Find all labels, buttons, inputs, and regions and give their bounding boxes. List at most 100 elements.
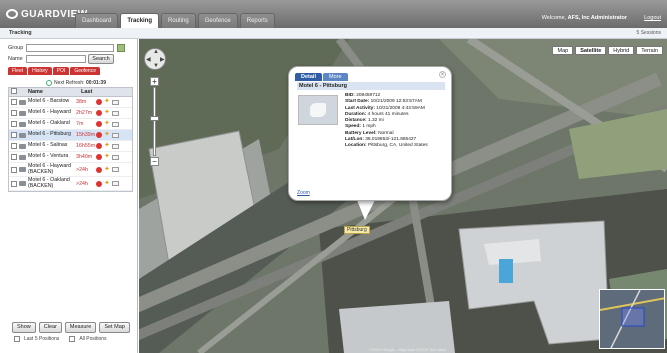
last-report: >24h	[76, 180, 88, 187]
set-map-button[interactable]: Set Map	[99, 322, 130, 333]
refresh-icon[interactable]	[46, 80, 52, 86]
table-row[interactable]: Motel 6 - Hayward 2h27m ✦	[9, 108, 132, 119]
message-icon[interactable]	[112, 181, 119, 186]
row-checkbox[interactable]	[11, 121, 17, 127]
select-all-checkbox[interactable]	[11, 88, 17, 94]
tab-reports[interactable]: Reports	[239, 13, 275, 28]
zoom-slider-handle[interactable]	[150, 116, 159, 121]
last-positions-checkbox[interactable]	[14, 336, 20, 342]
popup-tab-detail[interactable]: Detail	[295, 73, 322, 81]
tab-poi[interactable]: POI	[52, 67, 70, 75]
message-icon[interactable]	[112, 167, 119, 172]
vehicle-name[interactable]: Motel 6 - Hayward (BACKEN)	[28, 163, 76, 175]
truck-icon	[19, 181, 26, 186]
close-icon[interactable]: ×	[439, 71, 446, 78]
tab-history[interactable]: History	[28, 67, 52, 75]
message-icon[interactable]	[112, 121, 119, 127]
table-row[interactable]: Motel 6 - Barstow 38m ✦	[9, 97, 132, 108]
message-icon[interactable]	[112, 110, 119, 116]
map-type-hybrid[interactable]: Hybrid	[608, 46, 635, 55]
zoom-out-button[interactable]: −	[150, 157, 159, 166]
alert-icon[interactable]	[96, 154, 102, 160]
clear-button[interactable]: Clear	[38, 322, 62, 333]
name-input[interactable]	[26, 55, 86, 63]
vehicle-name[interactable]: Motel 6 - Ventura	[28, 154, 76, 160]
message-icon[interactable]	[112, 143, 119, 149]
row-checkbox[interactable]	[11, 110, 17, 116]
table-row[interactable]: Motel 6 - Oakland 7m ✦	[9, 119, 132, 130]
alert-icon[interactable]	[96, 132, 102, 138]
map-type-map[interactable]: Map	[552, 46, 574, 55]
detail-value: 10/21/2009 12:53:57AM	[370, 99, 422, 105]
vehicle-name[interactable]: Motel 6 - Barstow	[28, 99, 76, 105]
row-checkbox[interactable]	[11, 166, 17, 173]
map-type-terrain[interactable]: Terrain	[636, 46, 663, 55]
all-positions-option[interactable]: All Positions	[67, 336, 107, 342]
session-count[interactable]: 5 Sessions	[637, 30, 661, 36]
zoom-in-button[interactable]: +	[150, 77, 159, 86]
vehicle-name[interactable]: Motel 6 - Pittsburg	[28, 132, 76, 138]
alert-icon[interactable]	[96, 180, 102, 187]
column-name: Name	[28, 89, 43, 95]
vehicle-name[interactable]: Motel 6 - Oakland (BACKEN)	[28, 177, 76, 189]
table-row[interactable]: Motel 6 - Hayward (BACKEN) >24h ✦	[9, 163, 132, 177]
last-positions-option[interactable]: Last 5 Positions	[12, 336, 59, 342]
all-positions-checkbox[interactable]	[69, 336, 76, 342]
vehicle-name[interactable]: Motel 6 - Hayward	[28, 110, 76, 116]
popup-tab-more[interactable]: More	[322, 73, 348, 81]
row-checkbox[interactable]	[11, 132, 17, 138]
vehicle-map-label[interactable]: Pittsburg	[344, 226, 370, 234]
tab-routing[interactable]: Routing	[161, 13, 196, 28]
message-icon[interactable]	[112, 99, 119, 105]
row-checkbox[interactable]	[11, 143, 17, 149]
alert-icon[interactable]	[96, 110, 102, 116]
tab-dashboard[interactable]: Dashboard	[75, 13, 119, 28]
tab-fleet[interactable]: Fleet	[8, 67, 28, 75]
alert-icon[interactable]	[96, 121, 102, 127]
pan-up-icon[interactable]: ▲	[153, 49, 159, 55]
search-button[interactable]: Search	[88, 54, 114, 64]
pan-right-icon[interactable]: ▶	[160, 56, 165, 63]
table-row[interactable]: Motel 6 - Salinas 16h55m ✦	[9, 141, 132, 152]
star-icon[interactable]: ✦	[104, 180, 110, 187]
pan-control[interactable]: ▲ ▼ ◀ ▶	[144, 48, 166, 70]
vehicle-name[interactable]: Motel 6 - Salinas	[28, 143, 76, 149]
alert-icon[interactable]	[96, 99, 102, 105]
tab-tracking[interactable]: Tracking	[120, 13, 160, 28]
star-icon[interactable]: ✦	[104, 109, 110, 116]
map-type-satellite[interactable]: Satellite	[575, 46, 607, 55]
row-checkbox[interactable]	[11, 180, 17, 187]
message-icon[interactable]	[112, 132, 119, 138]
table-row[interactable]: Motel 6 - Pittsburg 15h39m ✦	[9, 130, 132, 141]
folder-icon[interactable]	[117, 44, 125, 52]
pan-down-icon[interactable]: ▼	[153, 63, 159, 69]
message-icon[interactable]	[112, 154, 119, 160]
show-button[interactable]: Show	[12, 322, 36, 333]
alert-icon[interactable]	[96, 143, 102, 149]
row-checkbox[interactable]	[11, 154, 17, 160]
table-row[interactable]: Motel 6 - Ventura 3h40m ✦	[9, 152, 132, 163]
alert-icon[interactable]	[96, 166, 102, 173]
star-icon[interactable]: ✦	[104, 142, 110, 149]
zoom-slider[interactable]	[153, 87, 156, 156]
star-icon[interactable]: ✦	[104, 166, 110, 173]
tab-geofence-panel[interactable]: Geofence	[70, 67, 100, 75]
tab-geofence[interactable]: Geofence	[197, 13, 238, 28]
pan-left-icon[interactable]: ◀	[146, 56, 151, 63]
zoom-link[interactable]: Zoom	[297, 190, 310, 196]
vehicle-name[interactable]: Motel 6 - Oakland	[28, 121, 76, 127]
star-icon[interactable]: ✦	[104, 131, 110, 138]
measure-button[interactable]: Measure	[64, 322, 97, 333]
table-row[interactable]: Motel 6 - Oakland (BACKEN) >24h ✦	[9, 177, 132, 191]
app-header: GUARDVIEW Dashboard Tracking Routing Geo…	[0, 0, 667, 28]
star-icon[interactable]: ✦	[104, 98, 110, 105]
logout-link[interactable]: Logout	[644, 15, 661, 21]
all-positions-label: All Positions	[79, 336, 107, 342]
star-icon[interactable]: ✦	[104, 153, 110, 160]
overview-map[interactable]	[599, 289, 665, 349]
map-view[interactable]: Map Satellite Hybrid Terrain ▲ ▼ ◀ ▶ + −…	[139, 39, 667, 353]
star-icon[interactable]: ✦	[104, 120, 110, 127]
truck-icon	[19, 167, 26, 172]
group-select[interactable]	[26, 44, 114, 52]
row-checkbox[interactable]	[11, 99, 17, 105]
